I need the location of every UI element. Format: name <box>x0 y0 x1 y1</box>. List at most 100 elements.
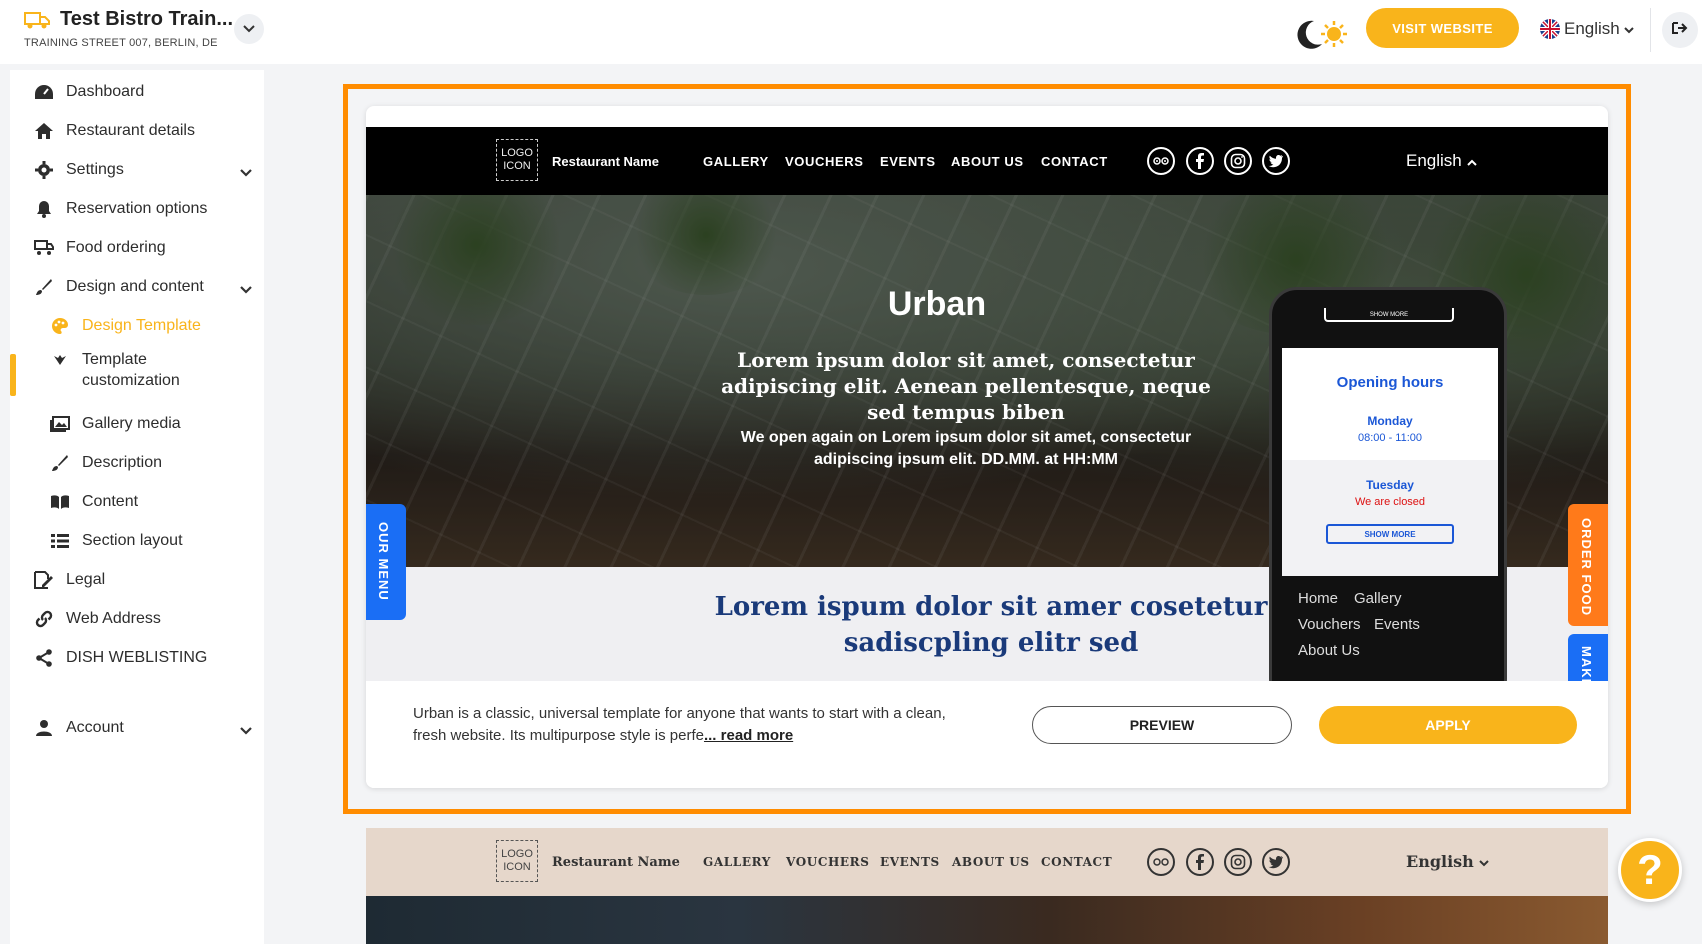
brush-icon <box>50 453 70 473</box>
sidebar-item-label: Template customization <box>82 351 180 389</box>
tripadvisor-icon <box>1147 848 1175 876</box>
phone-mockup: SHOW MORE Opening hours Monday 08:00 - 1… <box>1269 287 1507 707</box>
preview-nav-events: EVENTS <box>880 154 936 169</box>
preview-nav-about-us: ABOUT US <box>952 855 1030 869</box>
preview-restaurant-name: Restaurant Name <box>552 855 680 870</box>
language-selector[interactable]: English <box>1540 17 1634 41</box>
user-icon <box>34 718 54 738</box>
legal-document-icon <box>34 570 54 590</box>
brush-icon <box>34 277 54 297</box>
home-icon <box>34 121 54 141</box>
chevron-down-icon <box>1479 852 1490 871</box>
preview-heading: Lorem ispum dolor sit amer cosetetur sad… <box>714 592 1268 658</box>
order-food-tab-label: ORDER FOOD <box>1579 518 1594 617</box>
instagram-icon <box>1224 848 1252 876</box>
facebook-icon <box>1186 848 1214 876</box>
sidebar-item-restaurant-details[interactable]: Restaurant details <box>10 113 264 149</box>
phone-link-events: Events <box>1374 616 1420 633</box>
preview-nav-events: EVENTS <box>880 855 940 869</box>
read-more-link[interactable]: ... read more <box>704 727 793 744</box>
template-preview-hero <box>366 896 1608 944</box>
phone-top-button-label: SHOW MORE <box>1369 312 1409 318</box>
sidebar-item-label: Description <box>82 454 163 471</box>
restaurant-dropdown-button[interactable] <box>234 14 264 44</box>
order-food-tab: ORDER FOOD <box>1568 504 1608 626</box>
sidebar-item-template-customization[interactable]: Template customization <box>10 347 264 393</box>
visit-website-button[interactable]: VISIT WEBSITE <box>1366 8 1519 48</box>
sun-icon <box>1320 20 1348 53</box>
template-preview-navbar: LOGO ICON Restaurant Name GALLERY VOUCHE… <box>366 828 1608 896</box>
sidebar-item-label: Content <box>82 493 139 510</box>
bell-icon <box>34 199 54 219</box>
sidebar-item-label: Section layout <box>82 532 183 549</box>
sidebar-item-label: Dashboard <box>66 83 145 100</box>
sidebar-item-section-layout[interactable]: Section layout <box>10 523 264 559</box>
sidebar-item-label: DISH WEBLISTING <box>66 649 208 666</box>
template-preview-navbar: LOGO ICON Restaurant Name GALLERY VOUCHE… <box>366 127 1608 195</box>
preview-language-selector: English <box>1406 151 1477 171</box>
logo-placeholder: LOGO ICON <box>496 139 538 181</box>
preview-language-label: English <box>1406 151 1462 170</box>
food-ordering-icon <box>34 238 54 258</box>
sidebar-item-settings[interactable]: Settings <box>10 152 264 188</box>
phone-link-vouchers: Vouchers <box>1298 616 1361 633</box>
hero-text: Lorem ipsum dolor sit amet, consectetur … <box>721 348 1211 424</box>
our-menu-tab-label: OUR MENU <box>376 522 391 601</box>
chevron-down-icon <box>240 164 252 182</box>
sidebar-item-dish-weblisting[interactable]: DISH WEBLISTING <box>10 640 264 676</box>
preview-nav-contact: CONTACT <box>1041 154 1108 169</box>
sidebar-item-label: Food ordering <box>66 239 166 256</box>
sidebar-item-label: Account <box>66 719 124 736</box>
divider <box>1650 8 1651 52</box>
help-button[interactable]: ? <box>1618 838 1682 902</box>
chevron-down-icon <box>1624 19 1634 39</box>
uk-flag-icon <box>1540 19 1560 39</box>
restaurant-address: TRAINING STREET 007, BERLIN, DE <box>24 37 218 49</box>
theme-toggle[interactable] <box>1294 14 1356 54</box>
preview-restaurant-name: Restaurant Name <box>552 154 659 169</box>
sidebar-item-web-address[interactable]: Web Address <box>10 601 264 637</box>
phone-screen: Opening hours Monday 08:00 - 11:00 Tuesd… <box>1282 348 1498 576</box>
sidebar-item-legal[interactable]: Legal <box>10 562 264 598</box>
truck-icon <box>24 10 50 30</box>
sidebar-item-content[interactable]: Content <box>10 484 264 520</box>
dashboard-icon <box>34 82 54 102</box>
sidebar-item-description[interactable]: Description <box>10 445 264 481</box>
preview-nav-vouchers: VOUCHERS <box>786 855 870 869</box>
our-menu-tab: OUR MENU <box>366 504 406 620</box>
chevron-down-icon <box>243 20 255 38</box>
template-card-footer: Urban is a classic, universal template f… <box>366 681 1608 788</box>
palette-icon <box>50 316 70 336</box>
sidebar-item-reservation-options[interactable]: Reservation options <box>10 191 264 227</box>
phone-link-gallery: Gallery <box>1354 590 1402 607</box>
opening-day-tuesday: Tuesday <box>1366 478 1414 492</box>
twitter-icon <box>1262 147 1290 175</box>
chevron-down-icon <box>240 722 252 740</box>
logout-icon <box>1672 21 1688 40</box>
sidebar-item-dashboard[interactable]: Dashboard <box>10 74 264 110</box>
phone-link-home: Home <box>1298 590 1339 607</box>
phone-link-about-us: About Us <box>1298 642 1360 659</box>
image-icon <box>50 414 70 434</box>
template-card-second: LOGO ICON Restaurant Name GALLERY VOUCHE… <box>366 828 1608 944</box>
sidebar-item-design-and-content[interactable]: Design and content <box>10 269 264 305</box>
preview-nav-gallery: GALLERY <box>703 154 769 169</box>
share-icon <box>34 648 54 668</box>
top-bar: Test Bistro Train... TRAINING STREET 007… <box>0 0 1702 64</box>
phone-top-button: SHOW MORE <box>1324 308 1454 322</box>
sidebar-item-gallery-media[interactable]: Gallery media <box>10 406 264 442</box>
logout-button[interactable] <box>1662 12 1698 48</box>
hero-subtext: We open again on Lorem ipsum dolor sit a… <box>740 429 1192 468</box>
preview-button[interactable]: PREVIEW <box>1032 706 1292 744</box>
sidebar-item-account[interactable]: Account <box>10 710 264 746</box>
gear-icon <box>34 160 54 180</box>
sidebar-item-label: Reservation options <box>66 200 208 217</box>
preview-nav-vouchers: VOUCHERS <box>785 154 864 169</box>
sidebar-item-label: Restaurant details <box>66 122 195 139</box>
preview-nav-gallery: GALLERY <box>703 855 771 869</box>
sidebar-item-label: Legal <box>66 571 106 588</box>
apply-button[interactable]: APPLY <box>1319 706 1577 744</box>
sidebar-item-design-template[interactable]: Design Template <box>10 308 264 344</box>
restaurant-switcher[interactable]: Test Bistro Train... TRAINING STREET 007… <box>24 8 233 49</box>
sidebar-item-food-ordering[interactable]: Food ordering <box>10 230 264 266</box>
